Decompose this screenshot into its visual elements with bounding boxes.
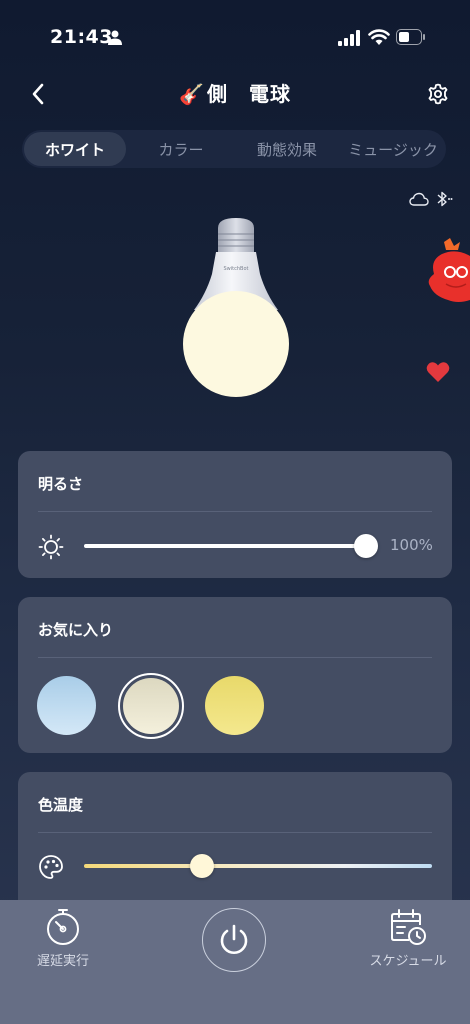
gear-icon bbox=[428, 83, 448, 105]
bluetooth-icon bbox=[437, 191, 453, 207]
settings-button[interactable] bbox=[422, 78, 454, 110]
power-button[interactable] bbox=[202, 908, 266, 972]
divider bbox=[38, 832, 432, 833]
power-icon bbox=[220, 924, 248, 954]
color-temperature-card: 色温度 bbox=[18, 772, 452, 912]
light-bulb-image: SwitchBot bbox=[183, 218, 289, 397]
brightness-title: 明るさ bbox=[38, 475, 84, 493]
schedule-button[interactable]: スケジュール bbox=[364, 908, 452, 969]
bulb-brand-logo: SwitchBot bbox=[224, 266, 249, 272]
wifi-icon bbox=[368, 29, 390, 45]
guitar-emoji: 🎸 bbox=[179, 82, 205, 106]
brightness-value: 100% bbox=[390, 536, 433, 554]
divider bbox=[38, 511, 432, 512]
brightness-card: 明るさ 100% bbox=[18, 451, 452, 578]
favorites-card: お気に入り bbox=[18, 597, 452, 753]
tab-white[interactable]: ホワイト bbox=[24, 132, 126, 166]
device-name: 側 電球 bbox=[206, 82, 291, 106]
favorite-swatch-warm-white-selected[interactable] bbox=[118, 673, 184, 739]
delay-execution-label: 遅延実行 bbox=[36, 954, 89, 969]
tab-music[interactable]: ミュージック bbox=[342, 132, 444, 166]
page-title: 🎸 側 電球 bbox=[0, 78, 470, 107]
status-time: 21:43 bbox=[50, 26, 113, 48]
divider bbox=[38, 657, 432, 658]
favorite-swatch-fill bbox=[123, 678, 179, 734]
tab-dynamic-effect[interactable]: 動態効果 bbox=[236, 132, 338, 166]
favorite-swatch-yellow[interactable] bbox=[205, 676, 264, 735]
tab-color[interactable]: カラー bbox=[130, 132, 232, 166]
cellular-signal-icon bbox=[338, 30, 360, 46]
color-temperature-slider-thumb[interactable] bbox=[190, 854, 214, 878]
mascot-character-icon bbox=[428, 238, 470, 302]
timer-icon bbox=[47, 909, 79, 945]
favorite-swatch-cool-blue[interactable] bbox=[37, 676, 96, 735]
mode-tabs: ホワイト カラー 動態効果 ミュージック bbox=[22, 130, 446, 168]
color-temperature-slider-track[interactable] bbox=[84, 864, 432, 868]
heart-icon[interactable] bbox=[426, 361, 450, 383]
brightness-slider-track[interactable] bbox=[84, 544, 366, 548]
favorites-title: お気に入り bbox=[38, 621, 114, 639]
header: 🎸 側 電球 bbox=[0, 70, 470, 114]
cloud-icon bbox=[409, 192, 429, 206]
schedule-label: スケジュール bbox=[369, 954, 447, 969]
palette-icon bbox=[39, 855, 63, 879]
battery-icon bbox=[396, 29, 425, 45]
calendar-clock-icon bbox=[391, 909, 426, 945]
color-temperature-title: 色温度 bbox=[38, 796, 84, 814]
person-icon bbox=[108, 30, 122, 45]
status-bar: 21:43 bbox=[0, 0, 470, 76]
sun-icon bbox=[38, 534, 64, 560]
delay-execution-button[interactable]: 遅延実行 bbox=[28, 908, 98, 969]
brightness-slider-thumb[interactable] bbox=[354, 534, 378, 558]
